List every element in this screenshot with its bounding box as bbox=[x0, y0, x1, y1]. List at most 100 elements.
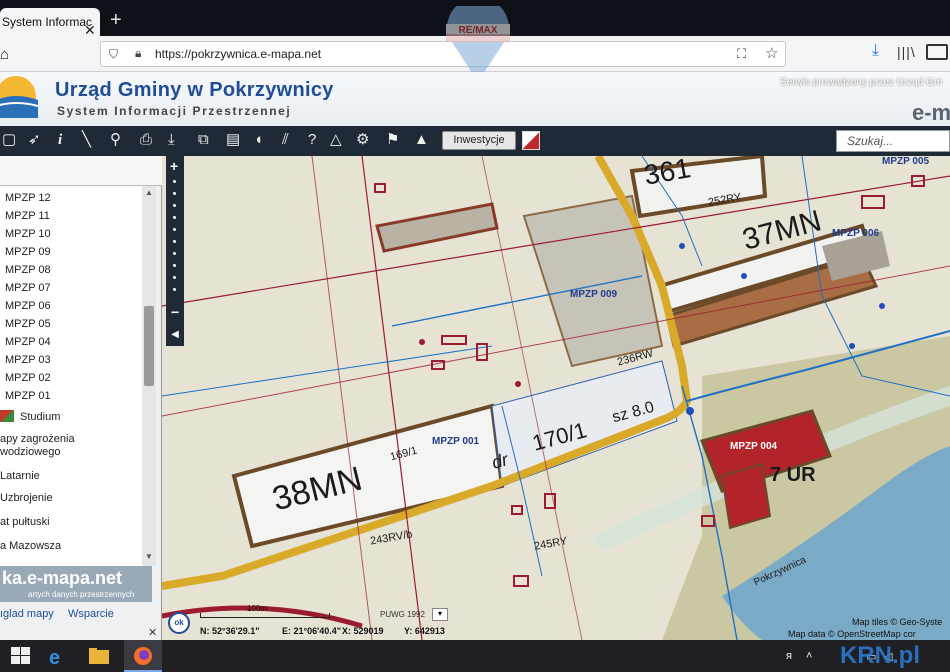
layer-item-utilities[interactable]: Uzbrojenie bbox=[0, 492, 53, 505]
zoom-step[interactable] bbox=[173, 192, 176, 195]
zoom-step[interactable] bbox=[173, 288, 176, 291]
layer-item[interactable]: MPZP 06 bbox=[5, 300, 51, 312]
flood-line-1: apy zagrożenia bbox=[0, 433, 75, 445]
service-provider-text: Serwis prowadzony przez Urząd Gm bbox=[780, 77, 943, 88]
home-icon[interactable]: ⌂ bbox=[0, 46, 9, 63]
layer-scrollbar[interactable]: ▲ ▼ bbox=[142, 186, 156, 566]
map-canvas[interactable]: + − ◀ MPZP 009 MPZP 001 MPZP 004 MPZP 00… bbox=[162, 156, 950, 640]
scroll-down-icon[interactable]: ▼ bbox=[145, 552, 153, 561]
support-link[interactable]: Wsparcie bbox=[68, 608, 114, 620]
screen: System Informac ✕ + ⌂ ⛉ 🔒︎ https://pokrz… bbox=[0, 0, 950, 672]
coord-x: X: 529019 bbox=[342, 626, 384, 636]
edge-icon[interactable]: e bbox=[44, 644, 70, 668]
pointer-icon[interactable]: ➶ bbox=[28, 131, 41, 149]
terrain-icon[interactable]: ▲ bbox=[414, 131, 429, 149]
file-explorer-icon[interactable] bbox=[86, 644, 112, 668]
layer-item-mazowsze[interactable]: a Mazowsza bbox=[0, 540, 61, 553]
zoom-step[interactable] bbox=[173, 240, 176, 243]
layer-item[interactable]: MPZP 02 bbox=[5, 372, 51, 384]
zoom-out-icon[interactable]: − bbox=[171, 304, 179, 320]
layer-item-lamps[interactable]: Latarnie bbox=[0, 470, 40, 483]
coord-e: E: 21°06'40.4" bbox=[282, 626, 342, 636]
help-icon[interactable]: ? bbox=[308, 131, 316, 149]
zoom-step[interactable] bbox=[173, 276, 176, 279]
export-icon[interactable]: ⧉ bbox=[198, 131, 209, 149]
layer-item-flood[interactable]: apy zagrożenia wodziowego bbox=[0, 433, 75, 459]
sidebar-icon[interactable] bbox=[926, 44, 948, 60]
scale-bar bbox=[200, 613, 330, 618]
close-tab-icon[interactable]: ✕ bbox=[84, 22, 96, 36]
browser-tab[interactable]: System Informac ✕ bbox=[0, 8, 100, 36]
projection-select[interactable]: ▾ bbox=[432, 608, 448, 621]
banner-caption: artych danych przestrzennych bbox=[28, 590, 135, 599]
panel-header bbox=[0, 156, 162, 186]
firefox-taskbar-button[interactable] bbox=[124, 640, 162, 672]
svg-text:e: e bbox=[49, 647, 60, 668]
tab-title: System Informac bbox=[2, 15, 93, 29]
layer-item[interactable]: MPZP 12 bbox=[5, 192, 51, 204]
projection-label: PUWG 1992 bbox=[380, 610, 425, 619]
zoom-in-icon[interactable]: + bbox=[170, 158, 178, 174]
windows-start-icon[interactable] bbox=[8, 644, 34, 668]
url-text[interactable]: https://pokrzywnica.e-mapa.net bbox=[155, 47, 321, 61]
layer-item[interactable]: MPZP 10 bbox=[5, 228, 51, 240]
zone-label-mpzp-005: MPZP 005 bbox=[882, 156, 930, 167]
zoom-step[interactable] bbox=[173, 204, 176, 207]
layer-item[interactable]: MPZP 04 bbox=[5, 336, 51, 348]
investments-button[interactable]: Inwestycje bbox=[442, 131, 516, 150]
info-icon[interactable]: i bbox=[58, 131, 62, 149]
layer-item[interactable]: MPZP 05 bbox=[5, 318, 51, 330]
scroll-up-icon[interactable]: ▲ bbox=[145, 188, 153, 197]
zoom-step[interactable] bbox=[173, 216, 176, 219]
map-statusbar: ok 100m N: 52°36'29.1" E: 21°06'40.4" X:… bbox=[162, 600, 950, 640]
layer-item-hail[interactable]: at pułtuski bbox=[0, 516, 50, 529]
layer-item-studium[interactable]: Studium bbox=[20, 411, 60, 423]
location-icon[interactable]: ⚑ bbox=[386, 131, 399, 149]
layer-item[interactable]: MPZP 07 bbox=[5, 282, 51, 294]
hatch-icon[interactable]: ⫽ bbox=[282, 131, 289, 149]
comment-icon[interactable]: ◖ bbox=[254, 131, 263, 149]
select-area-icon[interactable]: ▢ bbox=[2, 131, 16, 149]
app-header: Urząd Gminy w Pokrzywnicy System Informa… bbox=[0, 72, 950, 126]
app-subtitle: System Informacji Przestrzennej bbox=[57, 104, 292, 118]
people-icon[interactable]: ᴙ bbox=[786, 650, 792, 662]
download-icon[interactable]: ⤓ bbox=[872, 42, 879, 60]
collapse-panel-icon[interactable]: ◀ bbox=[166, 326, 184, 344]
coord-y: Y: 642913 bbox=[404, 626, 445, 636]
zoom-step[interactable] bbox=[173, 180, 176, 183]
flag-icon[interactable] bbox=[522, 131, 540, 150]
layer-item[interactable]: MPZP 08 bbox=[5, 264, 51, 276]
zoom-step[interactable] bbox=[173, 264, 176, 267]
municipality-logo bbox=[0, 76, 39, 118]
zoom-step[interactable] bbox=[173, 228, 176, 231]
scroll-thumb[interactable] bbox=[144, 306, 154, 386]
lock-icon[interactable]: 🔒︎ bbox=[135, 46, 141, 61]
search-input[interactable]: Szukaj... bbox=[836, 130, 950, 152]
layer-item[interactable]: MPZP 01 bbox=[5, 390, 51, 402]
emapa-brand: e-m bbox=[912, 100, 950, 125]
pocket-icon[interactable]: ⛶ bbox=[737, 46, 746, 62]
settings-icon[interactable]: ⚙ bbox=[356, 131, 369, 149]
krn-watermark: KRN.pl bbox=[840, 642, 920, 669]
zoom-slider[interactable]: + − bbox=[166, 156, 184, 346]
library-icon[interactable]: |||\ bbox=[897, 44, 916, 60]
remax-text: RE/MAX bbox=[459, 25, 498, 36]
layer-item[interactable]: MPZP 03 bbox=[5, 354, 51, 366]
download-map-icon[interactable]: ⤓ bbox=[168, 131, 175, 149]
measure-icon[interactable]: ╲ bbox=[82, 131, 91, 149]
zoom-step[interactable] bbox=[173, 252, 176, 255]
shield-icon[interactable]: ⛉ bbox=[109, 47, 118, 62]
emapa-banner[interactable]: ka.e-mapa.net artych danych przestrzenny… bbox=[0, 566, 152, 602]
print-icon[interactable]: ⎙ bbox=[140, 131, 152, 149]
layer-item[interactable]: MPZP 11 bbox=[5, 210, 50, 222]
panel-close-icon[interactable]: ✕ bbox=[148, 626, 157, 639]
bookmark-star-icon[interactable]: ☆ bbox=[765, 44, 778, 62]
link-icon[interactable]: ⚲ bbox=[110, 131, 121, 149]
ok-button[interactable]: ok bbox=[168, 612, 190, 634]
layer-item[interactable]: MPZP 09 bbox=[5, 246, 51, 258]
layout-icon[interactable]: ▤ bbox=[226, 131, 240, 149]
warning-icon[interactable]: △ bbox=[330, 131, 342, 149]
new-tab-icon[interactable]: + bbox=[110, 9, 122, 32]
maps-link[interactable]: ıglad mapy bbox=[0, 608, 54, 620]
chevron-up-icon[interactable]: ˄ bbox=[806, 650, 812, 662]
